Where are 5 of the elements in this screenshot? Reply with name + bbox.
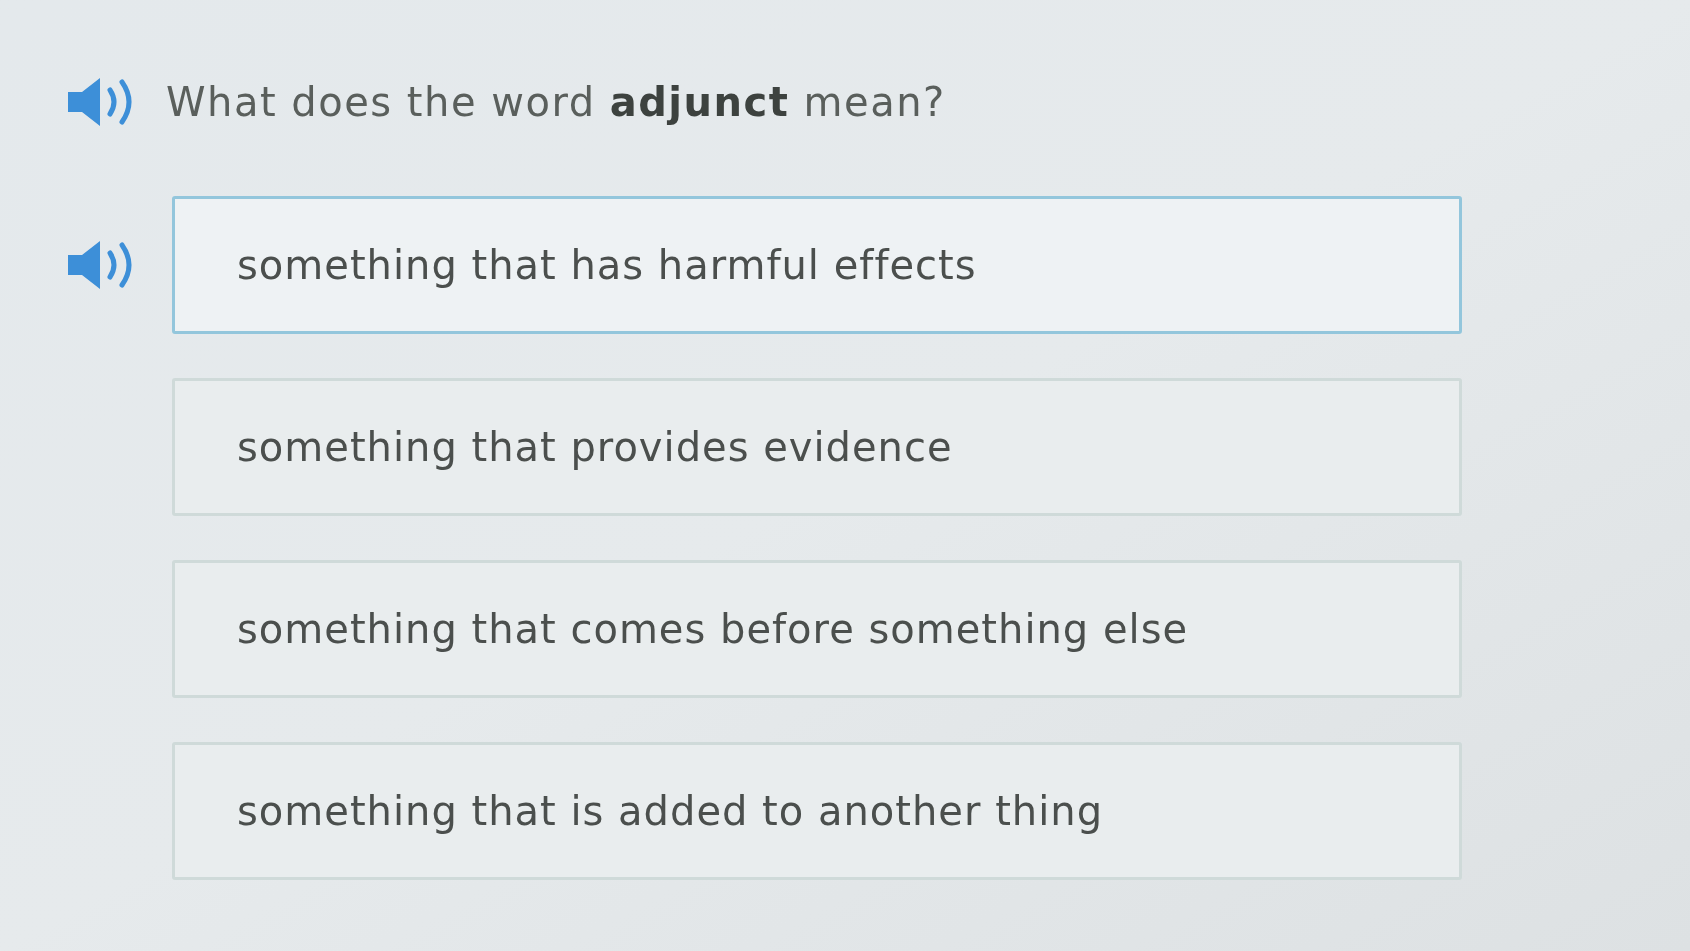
question-text: What does the word adjunct mean? — [166, 78, 946, 127]
answer-option[interactable]: something that has harmful effects — [172, 196, 1462, 334]
answer-option[interactable]: something that provides evidence — [172, 378, 1462, 516]
answer-option[interactable]: something that is added to another thing — [172, 742, 1462, 880]
answer-option[interactable]: something that comes before something else — [172, 560, 1462, 698]
